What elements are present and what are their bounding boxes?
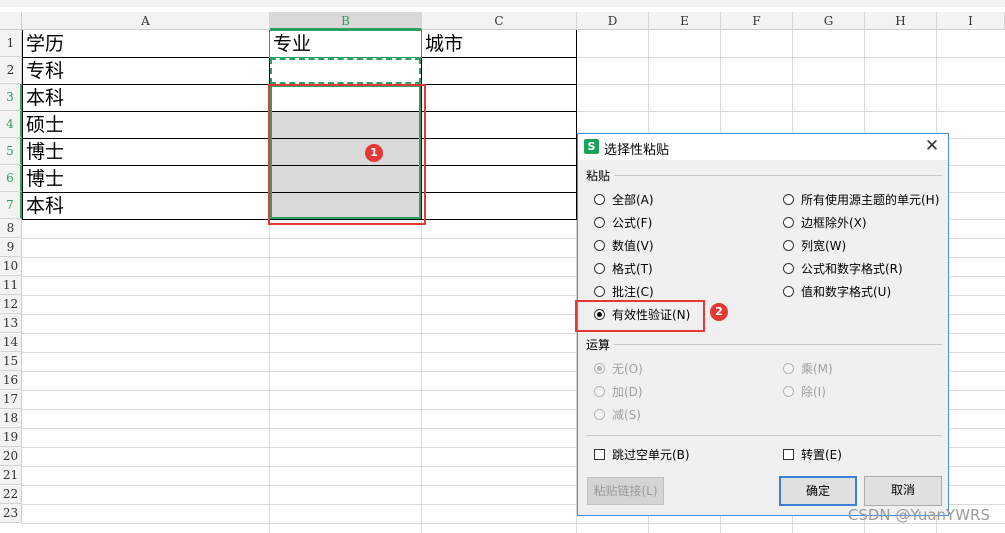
- row-header-9[interactable]: 9: [0, 238, 22, 257]
- radio-selected-icon: [594, 363, 605, 374]
- row-header-7[interactable]: 7: [0, 192, 22, 219]
- radio-icon: [783, 194, 794, 205]
- radio-icon: [783, 386, 794, 397]
- column-header-d[interactable]: D: [577, 12, 649, 30]
- radio-icon: [594, 263, 605, 274]
- cell-a3[interactable]: 本科: [23, 85, 64, 111]
- row-header-13[interactable]: 13: [0, 314, 22, 333]
- row-header-21[interactable]: 21: [0, 466, 22, 485]
- annotation-badge-2: 2: [710, 303, 728, 321]
- row-header-2[interactable]: 2: [0, 57, 22, 84]
- radio-icon: [594, 286, 605, 297]
- copy-marquee-b2: [270, 58, 421, 84]
- cell-a2[interactable]: 专科: [23, 58, 64, 84]
- radio-icon: [594, 240, 605, 251]
- dialog-title-bar[interactable]: S 选择性粘贴 ✕: [578, 134, 948, 160]
- cell-b1[interactable]: 专业: [270, 31, 311, 57]
- annotation-box-2: [575, 300, 705, 332]
- wps-app-icon: S: [584, 139, 599, 154]
- column-header-g[interactable]: G: [793, 12, 865, 30]
- radio-icon: [594, 386, 605, 397]
- row-header-3[interactable]: 3: [0, 84, 22, 111]
- row-header-1[interactable]: 1: [0, 30, 22, 57]
- row-header-18[interactable]: 18: [0, 409, 22, 428]
- annotation-box-1: [268, 84, 426, 225]
- row-header-14[interactable]: 14: [0, 333, 22, 352]
- row-header-4[interactable]: 4: [0, 111, 22, 138]
- cell-a7[interactable]: 本科: [23, 193, 64, 219]
- ok-button[interactable]: 确定: [779, 476, 857, 506]
- radio-icon: [783, 240, 794, 251]
- radio-icon: [783, 286, 794, 297]
- column-header-a[interactable]: A: [22, 12, 270, 30]
- watermark: CSDN @YuanYWRS: [847, 506, 990, 524]
- row-header-8[interactable]: 8: [0, 219, 22, 238]
- radio-icon: [783, 363, 794, 374]
- radio-icon: [594, 194, 605, 205]
- row-header-23[interactable]: 23: [0, 504, 22, 523]
- column-header-f[interactable]: F: [721, 12, 793, 30]
- column-header-c[interactable]: C: [422, 12, 577, 30]
- checkbox-icon: [594, 449, 605, 460]
- row-header-16[interactable]: 16: [0, 371, 22, 390]
- cell-a4[interactable]: 硕士: [23, 112, 64, 138]
- cell-a6[interactable]: 博士: [23, 166, 64, 192]
- radio-icon: [783, 217, 794, 228]
- column-header-i[interactable]: I: [937, 12, 1005, 30]
- column-header-b[interactable]: B: [270, 12, 422, 30]
- paste-group-label: 粘贴: [586, 169, 611, 183]
- row-header-20[interactable]: 20: [0, 447, 22, 466]
- row-header-10[interactable]: 10: [0, 257, 22, 276]
- cell-c1[interactable]: 城市: [422, 31, 463, 57]
- row-header-15[interactable]: 15: [0, 352, 22, 371]
- column-header-h[interactable]: H: [865, 12, 937, 30]
- paste-link-button[interactable]: 粘贴链接(L): [587, 477, 664, 505]
- row-header-22[interactable]: 22: [0, 485, 22, 504]
- row-header-12[interactable]: 12: [0, 295, 22, 314]
- radio-icon: [594, 409, 605, 420]
- cell-a5[interactable]: 博士: [23, 139, 64, 165]
- dialog-title: 选择性粘贴: [604, 143, 670, 158]
- close-icon[interactable]: ✕: [922, 136, 942, 156]
- select-all-corner[interactable]: [0, 12, 22, 30]
- toolbar-strip: [0, 0, 1005, 7]
- annotation-badge-1: 1: [365, 144, 383, 162]
- operation-group-label: 运算: [586, 338, 611, 352]
- spreadsheet[interactable]: A B C D E F G H I 1 2 3 4 5 6 7 8 9 10 1…: [0, 0, 1005, 533]
- row-header-6[interactable]: 6: [0, 165, 22, 192]
- column-header-e[interactable]: E: [649, 12, 721, 30]
- row-header-11[interactable]: 11: [0, 276, 22, 295]
- checkbox-icon: [783, 449, 794, 460]
- radio-icon: [594, 217, 605, 228]
- row-header-5[interactable]: 5: [0, 138, 22, 165]
- row-header-17[interactable]: 17: [0, 390, 22, 409]
- cancel-button[interactable]: 取消: [864, 476, 942, 506]
- radio-icon: [783, 263, 794, 274]
- cell-a1[interactable]: 学历: [23, 31, 64, 57]
- row-header-19[interactable]: 19: [0, 428, 22, 447]
